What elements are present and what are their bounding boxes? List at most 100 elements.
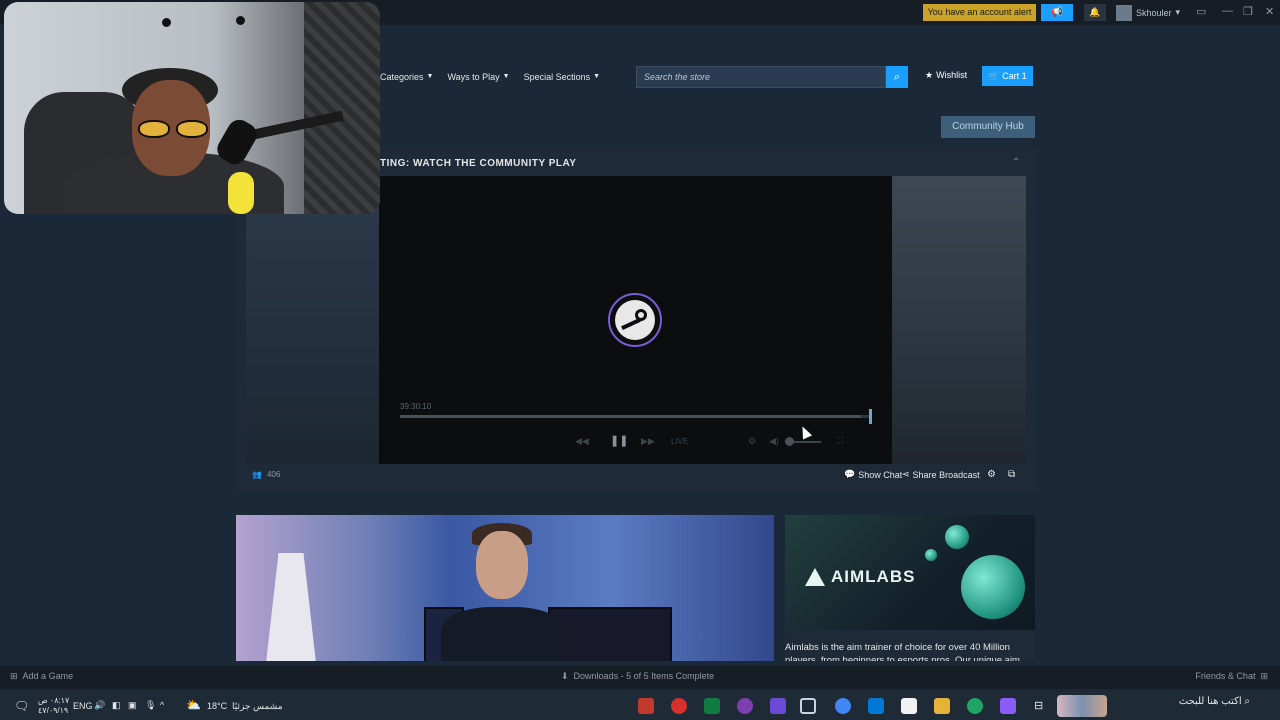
app-icon[interactable] (737, 698, 753, 714)
show-chat-button[interactable]: 💬 Show Chat (844, 469, 902, 480)
progress-bar[interactable] (400, 409, 872, 424)
app-icon[interactable] (770, 698, 786, 714)
username: Skhouler (1136, 7, 1172, 18)
account-alert-button[interactable]: You have an account alert (923, 4, 1036, 21)
taskbar-search-placeholder: اكتب هنا للبحث (1178, 696, 1242, 707)
taskbar-search-input[interactable]: اكتب هنا للبحث ⌕ (1110, 696, 1250, 716)
outlook-icon[interactable] (868, 698, 884, 714)
glasses-graphic (138, 120, 208, 138)
search-highlight-image[interactable] (1057, 695, 1107, 717)
chevron-down-icon: ▼ (502, 73, 510, 80)
task-view-icon[interactable]: ⊟ (1034, 699, 1043, 712)
rewind-icon[interactable]: ◀◀ (575, 436, 589, 447)
cart-icon: 🛒 (988, 71, 1000, 81)
plus-icon: ⊞ (10, 671, 18, 681)
orb-graphic (925, 549, 937, 561)
nav-categories[interactable]: Categories ▼ (380, 72, 433, 82)
announcements-button[interactable]: 📢 (1041, 4, 1073, 21)
search-button[interactable]: ⌕ (886, 66, 908, 88)
speaker-icon[interactable]: 🔊 (94, 700, 105, 711)
toy-graphic (228, 172, 254, 214)
friends-label: Friends & Chat (1195, 671, 1256, 681)
avatar (1116, 4, 1132, 21)
cart-button[interactable]: 🛒 Cart 1 (982, 66, 1033, 86)
chat-side-panel (892, 176, 1026, 464)
search-icon: ⌕ (893, 71, 901, 83)
chevron-down-icon: ▼ (426, 73, 434, 80)
share-label: Share Broadcast (912, 469, 980, 480)
aimlabs-logo-icon (805, 568, 825, 586)
network-icon[interactable]: ◧ (112, 700, 121, 711)
download-icon: ⬇ (561, 671, 569, 681)
chevron-up-icon[interactable]: ⌃ (1012, 157, 1020, 168)
weather-temp[interactable]: 18°C (207, 701, 227, 711)
close-button[interactable]: ✕ (1265, 5, 1274, 18)
app-icon[interactable] (671, 698, 687, 714)
live-label[interactable]: LIVE (671, 437, 688, 446)
video-screen[interactable]: 39:30:10 ◀◀ ❚❚ ▶▶ LIVE ⚙ ◀) ⛶ (379, 176, 892, 464)
notification-icon[interactable]: 🗨 (14, 699, 29, 713)
aimlabs-banner[interactable]: AIMLABS (785, 515, 1035, 630)
store-icon[interactable] (901, 698, 917, 714)
nav-special-sections[interactable]: Special Sections ▼ (524, 72, 600, 82)
weather-icon[interactable]: ⛅ (186, 698, 201, 712)
nav-label: Ways to Play (447, 71, 500, 82)
add-game-button[interactable]: ⊞ Add a Game (10, 671, 73, 682)
clock-date[interactable]: ٤٧/٠٩/١٩ (38, 706, 68, 715)
minimize-button[interactable]: — (1222, 5, 1233, 17)
downloads-button[interactable]: ⬇ Downloads - 5 of 5 Items Complete (561, 671, 714, 682)
file-explorer-icon[interactable] (934, 698, 950, 714)
pause-icon[interactable]: ❚❚ (610, 434, 628, 447)
chevron-down-icon: ▼ (593, 73, 601, 80)
ceiling-dot (236, 16, 245, 25)
player-controls: ◀◀ ❚❚ ▶▶ LIVE ⚙ ◀) ⛶ (379, 434, 892, 450)
steam-loading-icon (608, 293, 662, 347)
viewer-count: 👥 406 (252, 470, 280, 479)
settings-icon[interactable]: ⚙ (987, 469, 996, 480)
acoustic-foam-graphic (304, 2, 380, 214)
app-icon[interactable] (638, 698, 654, 714)
aimlabs-card[interactable]: AIMLABS Aimlabs is the aim trainer of ch… (785, 515, 1035, 661)
language-indicator[interactable]: ENG (73, 701, 93, 711)
person-graphic (441, 607, 565, 661)
progress-handle[interactable] (869, 409, 872, 424)
clock-time[interactable]: ٠٨:١٧ ص (38, 696, 69, 705)
orb-graphic (945, 525, 969, 549)
steam-icon[interactable] (800, 698, 816, 714)
downloads-label: Downloads - 5 of 5 Items Complete (573, 671, 715, 681)
video-player[interactable]: 39:30:10 ◀◀ ❚❚ ▶▶ LIVE ⚙ ◀) ⛶ (246, 176, 1026, 464)
chevron-up-icon[interactable]: ^ (160, 700, 164, 710)
weather-text[interactable]: مشمس جزئيًا (232, 701, 283, 712)
settings-icon[interactable]: ⚙ (748, 436, 756, 447)
volume-knob[interactable] (785, 437, 794, 446)
fast-forward-icon[interactable]: ▶▶ (641, 436, 655, 447)
excel-icon[interactable] (704, 698, 720, 714)
microphone-icon[interactable]: 🎙 (145, 700, 156, 711)
show-chat-label: Show Chat (858, 469, 903, 480)
big-picture-icon[interactable]: ▭ (1196, 5, 1206, 18)
wishlist-button[interactable]: ★ Wishlist (925, 70, 967, 81)
steam-status-bar: ⊞ Add a Game ⬇ Downloads - 5 of 5 Items Co… (0, 666, 1280, 689)
ceiling-dot (162, 18, 171, 27)
edge-icon[interactable] (967, 698, 983, 714)
display-icon[interactable]: ▣ (128, 700, 137, 711)
volume-icon[interactable]: ◀) (769, 436, 779, 447)
notifications-button[interactable]: 🔔 (1084, 4, 1106, 21)
nav-label: Categories (380, 71, 424, 82)
fullscreen-icon[interactable]: ⛶ (837, 435, 843, 446)
popout-icon[interactable]: ⧉ (1008, 469, 1015, 480)
community-hub-button[interactable]: Community Hub (941, 116, 1035, 138)
featured-video-thumbnail[interactable] (236, 515, 774, 661)
add-game-label: Add a Game (22, 671, 74, 681)
share-broadcast-button[interactable]: ⋖ Share Broadcast (902, 469, 980, 480)
app-icon[interactable] (1000, 698, 1016, 714)
star-icon: ★ (925, 70, 934, 80)
user-menu[interactable]: Skhouler ▾ (1116, 4, 1180, 21)
restore-button[interactable]: ❐ (1243, 5, 1253, 18)
nav-ways-to-play[interactable]: Ways to Play ▼ (447, 72, 509, 82)
friends-chat-button[interactable]: Friends & Chat ⊞ (1195, 671, 1268, 682)
users-icon: 👥 (252, 470, 262, 479)
store-search-input[interactable]: Search the store (636, 66, 886, 88)
chrome-icon[interactable] (835, 698, 851, 714)
share-icon: ⋖ (902, 469, 910, 479)
